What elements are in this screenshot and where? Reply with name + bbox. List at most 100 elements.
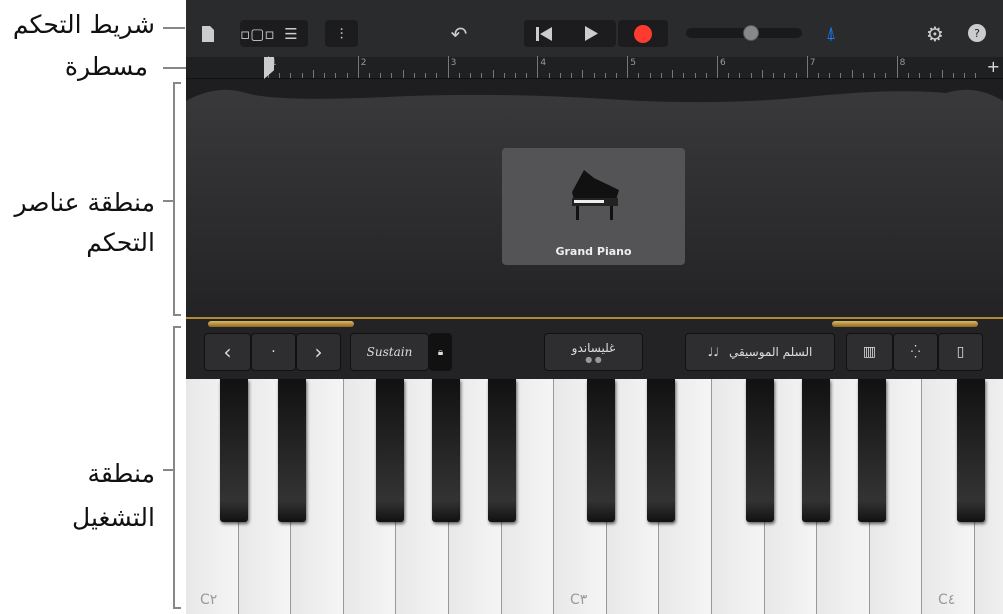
ruler-subtick bbox=[672, 70, 674, 78]
lock-icon[interactable]: 🔒︎ bbox=[429, 333, 452, 371]
ruler-bar-tick bbox=[896, 56, 898, 78]
rewind-icon[interactable] bbox=[524, 20, 564, 47]
help-icon[interactable]: ? bbox=[968, 24, 986, 42]
ruler-subtick bbox=[761, 70, 763, 78]
metronome-icon[interactable]: ⍋ bbox=[821, 20, 841, 47]
arpeggiator-icon[interactable]: ⁛ bbox=[893, 333, 938, 371]
ruler-subtick bbox=[851, 70, 853, 78]
ruler-subtick bbox=[514, 73, 516, 78]
tracks-icon[interactable]: ☰ bbox=[274, 25, 308, 43]
document-icon[interactable] bbox=[198, 20, 218, 47]
ruler-subtick bbox=[975, 73, 977, 78]
black-key[interactable] bbox=[647, 379, 675, 522]
instrument-name: Grand Piano bbox=[555, 245, 632, 258]
playhead[interactable] bbox=[264, 57, 274, 79]
black-key[interactable] bbox=[488, 379, 516, 522]
black-key[interactable] bbox=[957, 379, 985, 522]
black-key[interactable] bbox=[220, 379, 248, 522]
callout-control-bar: شريط التحكم bbox=[12, 10, 155, 39]
ruler-bar-number: 6 bbox=[720, 58, 726, 68]
callout-controls-area: منطقة عناصر التحكم bbox=[14, 183, 155, 263]
ruler-subtick bbox=[874, 73, 876, 78]
ruler-subtick bbox=[548, 73, 550, 78]
ruler-subtick bbox=[290, 73, 292, 78]
callout-text: منطقة bbox=[87, 459, 156, 488]
ruler-subtick bbox=[907, 73, 909, 78]
ruler-subtick bbox=[582, 70, 584, 78]
undo-icon[interactable]: ↶ bbox=[448, 20, 470, 47]
ruler-subtick bbox=[335, 73, 337, 78]
callout-text: منطقة عناصر bbox=[14, 188, 155, 217]
ruler-subtick bbox=[369, 73, 371, 78]
ruler-subtick bbox=[862, 73, 864, 78]
callout-ruler: مسطرة bbox=[64, 52, 148, 81]
ruler-bar-tick bbox=[627, 56, 629, 78]
callout-text: التحكم bbox=[86, 228, 155, 257]
ruler-subtick bbox=[526, 73, 528, 78]
ruler-subtick bbox=[346, 73, 348, 78]
ruler-subtick bbox=[885, 73, 887, 78]
callout-play-area: منطقة التشغيل bbox=[72, 452, 155, 540]
glissando-button[interactable]: غليساندو ● ● bbox=[544, 333, 643, 371]
left-handle[interactable] bbox=[208, 321, 354, 327]
ruler-subtick bbox=[312, 70, 314, 78]
page-dots: ● ● bbox=[585, 354, 602, 364]
play-icon[interactable] bbox=[566, 20, 616, 47]
keyboard-layout-icon[interactable]: ▥ bbox=[846, 333, 893, 371]
ruler-subtick bbox=[559, 73, 561, 78]
mixer-icon[interactable]: ⫶ bbox=[325, 20, 358, 47]
callout-line bbox=[163, 27, 185, 29]
note-layout-icon[interactable]: ▯ bbox=[938, 333, 983, 371]
ruler-subtick bbox=[425, 73, 427, 78]
ruler-bar-number: 7 bbox=[809, 58, 816, 68]
ruler-subtick bbox=[391, 73, 393, 78]
ruler-subtick bbox=[773, 73, 775, 78]
grand-piano-icon bbox=[572, 170, 619, 220]
bracket bbox=[173, 326, 181, 609]
ruler-bar-tick bbox=[537, 56, 539, 78]
control-bar: ▫▢▫ ☰ ⫶ ↶ ⍋ ⚙ ? bbox=[186, 0, 1003, 57]
key-octave-label: C٣ bbox=[570, 592, 588, 608]
ruler-subtick bbox=[481, 73, 483, 78]
play-area-keyboard: C٢ C٣ C٤ bbox=[186, 379, 1003, 614]
octave-reset-button[interactable]: · bbox=[251, 333, 296, 371]
ruler-subtick bbox=[503, 73, 505, 78]
glissando-label: غليساندو bbox=[571, 340, 616, 355]
ruler-subtick bbox=[818, 73, 820, 78]
ruler-bar-tick bbox=[806, 56, 808, 78]
key-octave-label: C٤ bbox=[938, 592, 956, 608]
ruler-subtick bbox=[829, 73, 831, 78]
view-toggle-icon[interactable]: ▫▢▫ bbox=[240, 25, 275, 43]
black-key[interactable] bbox=[587, 379, 615, 522]
black-key[interactable] bbox=[432, 379, 460, 522]
octave-up-button[interactable]: › bbox=[296, 333, 341, 371]
scale-button[interactable]: ♩♩ السلم الموسيقي bbox=[685, 333, 835, 371]
ruler-bar-tick bbox=[717, 56, 718, 78]
ruler-subtick bbox=[279, 73, 281, 78]
black-key[interactable] bbox=[858, 379, 886, 522]
black-key[interactable] bbox=[746, 379, 774, 522]
right-handle[interactable] bbox=[832, 321, 978, 327]
black-key[interactable] bbox=[278, 379, 306, 522]
add-section-button[interactable]: + bbox=[987, 57, 1000, 76]
ruler-bar-number: 2 bbox=[360, 58, 367, 68]
ruler-subtick bbox=[324, 73, 326, 78]
octave-down-button[interactable]: ‹ bbox=[204, 333, 251, 371]
ruler-subtick bbox=[458, 73, 460, 78]
black-key[interactable] bbox=[376, 379, 404, 522]
ruler-bar-number: 3 bbox=[450, 58, 457, 68]
settings-icon[interactable]: ⚙ bbox=[924, 20, 946, 47]
ruler-subtick bbox=[919, 73, 921, 78]
garageband-window: ▫▢▫ ☰ ⫶ ↶ ⍋ ⚙ ? 12345678+ Grand Piano ‹ … bbox=[186, 0, 1003, 614]
record-icon[interactable] bbox=[618, 20, 668, 47]
ruler[interactable]: 12345678+ bbox=[186, 56, 1003, 79]
ruler-subtick bbox=[470, 73, 472, 78]
sustain-button[interactable]: Sustain bbox=[350, 333, 429, 371]
callout-line bbox=[163, 200, 173, 202]
black-key[interactable] bbox=[802, 379, 830, 522]
volume-slider-thumb[interactable] bbox=[743, 25, 759, 41]
volume-slider[interactable] bbox=[686, 25, 802, 41]
ruler-subtick bbox=[380, 73, 382, 78]
instrument-selector[interactable]: Grand Piano bbox=[502, 148, 685, 265]
ruler-bar-number: 8 bbox=[899, 58, 906, 68]
